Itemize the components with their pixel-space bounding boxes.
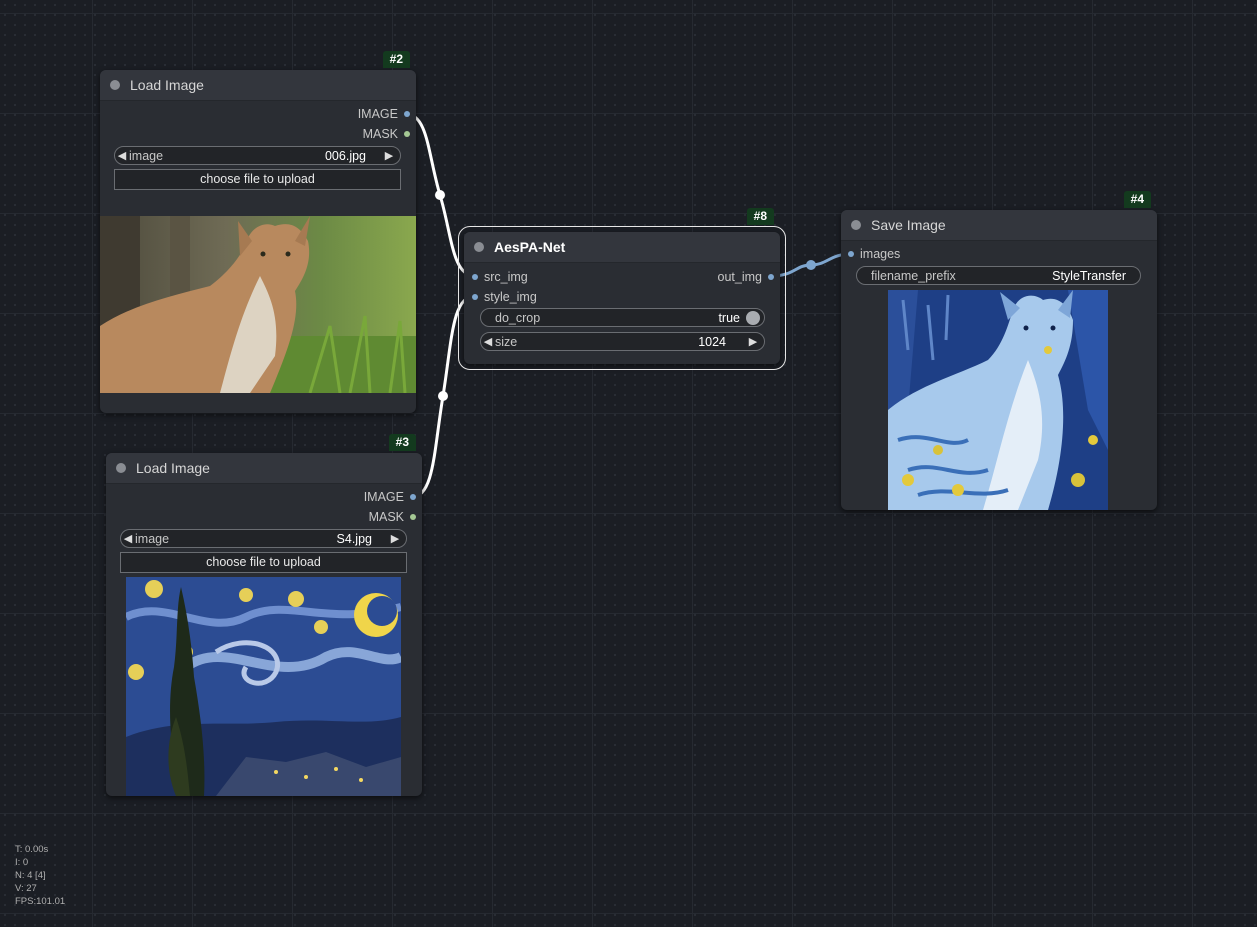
widget-value: 006.jpg bbox=[324, 148, 366, 163]
widget-value: StyleTransfer bbox=[1052, 268, 1126, 283]
slot-dot-icon[interactable] bbox=[472, 274, 478, 280]
node-id-badge: #8 bbox=[746, 208, 774, 225]
arrow-left-icon[interactable]: ◀ bbox=[481, 335, 495, 348]
output-slot-mask[interactable]: MASK bbox=[369, 510, 416, 524]
image-combo-widget[interactable]: ◀ image S4.jpg ▶ bbox=[120, 529, 407, 548]
image-preview-stylized-lynx bbox=[888, 290, 1108, 510]
load-image-node-2[interactable]: #3 Load Image IMAGE MASK ◀ image S4.jpg … bbox=[106, 434, 422, 796]
arrow-right-icon[interactable]: ▶ bbox=[382, 149, 396, 162]
node-title: Save Image bbox=[871, 217, 946, 233]
slot-dot-icon[interactable] bbox=[848, 251, 854, 257]
save-image-node[interactable]: #4 Save Image images filename_prefix Sty… bbox=[841, 191, 1157, 510]
stats-vertices: V: 27 bbox=[15, 883, 37, 894]
node-graph-canvas[interactable]: #2 Load Image IMAGE MASK ◀ image 006.jpg… bbox=[0, 0, 1257, 927]
image-preview-lynx bbox=[100, 216, 416, 393]
slot-dot-icon[interactable] bbox=[768, 274, 774, 280]
output-slot-out-img[interactable]: out_img bbox=[718, 270, 774, 284]
link-out-img-to-images bbox=[770, 252, 852, 278]
link-midpoint-3 bbox=[806, 260, 816, 270]
toggle-knob-icon[interactable] bbox=[746, 310, 760, 325]
node-header[interactable]: Load Image bbox=[100, 70, 416, 101]
aespa-net-node[interactable]: #8 AesPA-Net src_img style_img out_img d… bbox=[458, 208, 786, 370]
collapse-dot-icon[interactable] bbox=[851, 220, 861, 230]
size-number-widget[interactable]: ◀ size 1024 ▶ bbox=[480, 332, 765, 351]
collapse-dot-icon[interactable] bbox=[110, 80, 120, 90]
stats-time: T: 0.00s bbox=[15, 844, 49, 855]
do-crop-toggle[interactable]: do_crop true bbox=[480, 308, 765, 327]
node-header[interactable]: AesPA-Net bbox=[464, 232, 780, 263]
node-title: Load Image bbox=[136, 460, 210, 476]
slot-dot-icon[interactable] bbox=[472, 294, 478, 300]
arrow-right-icon[interactable]: ▶ bbox=[746, 335, 760, 348]
node-id-badge: #3 bbox=[388, 434, 416, 451]
output-slot-image[interactable]: IMAGE bbox=[364, 490, 416, 504]
slot-dot-icon[interactable] bbox=[404, 111, 410, 117]
upload-button[interactable]: choose file to upload bbox=[120, 552, 407, 573]
slot-dot-icon[interactable] bbox=[404, 131, 410, 137]
link-midpoint-2 bbox=[438, 391, 448, 401]
node-id-badge: #2 bbox=[382, 51, 410, 68]
stats-iterations: I: 0 bbox=[15, 857, 29, 868]
widget-value: true bbox=[718, 310, 740, 325]
node-id-badge: #4 bbox=[1123, 191, 1151, 208]
input-slot-style-img[interactable]: style_img bbox=[472, 290, 537, 304]
image-preview-starry-night bbox=[126, 577, 401, 796]
node-title: AesPA-Net bbox=[494, 239, 566, 255]
link-midpoint-1 bbox=[435, 190, 445, 200]
image-combo-widget[interactable]: ◀ image 006.jpg ▶ bbox=[114, 146, 401, 165]
arrow-right-icon[interactable]: ▶ bbox=[388, 532, 402, 545]
arrow-left-icon[interactable]: ◀ bbox=[115, 149, 129, 162]
output-slot-image[interactable]: IMAGE bbox=[358, 107, 410, 121]
slot-dot-icon[interactable] bbox=[410, 514, 416, 520]
slot-dot-icon[interactable] bbox=[410, 494, 416, 500]
node-header[interactable]: Load Image bbox=[106, 453, 422, 484]
widget-value: S4.jpg bbox=[336, 531, 372, 546]
filename-prefix-widget[interactable]: filename_prefix StyleTransfer bbox=[856, 266, 1141, 285]
output-slot-mask[interactable]: MASK bbox=[363, 127, 410, 141]
widget-value: 1024 bbox=[698, 334, 726, 349]
input-slot-images[interactable]: images bbox=[848, 247, 900, 261]
collapse-dot-icon[interactable] bbox=[116, 463, 126, 473]
stats-overlay: T: 0.00s I: 0 N: 4 [4] V: 27 FPS:101.01 bbox=[15, 843, 65, 908]
collapse-dot-icon[interactable] bbox=[474, 242, 484, 252]
arrow-left-icon[interactable]: ◀ bbox=[121, 532, 135, 545]
stats-fps: FPS:101.01 bbox=[15, 896, 66, 907]
load-image-node-1[interactable]: #2 Load Image IMAGE MASK ◀ image 006.jpg… bbox=[100, 51, 416, 413]
stats-nodes: N: 4 [4] bbox=[15, 870, 46, 881]
node-header[interactable]: Save Image bbox=[841, 210, 1157, 241]
node-title: Load Image bbox=[130, 77, 204, 93]
input-slot-src-img[interactable]: src_img bbox=[472, 270, 528, 284]
upload-button[interactable]: choose file to upload bbox=[114, 169, 401, 190]
